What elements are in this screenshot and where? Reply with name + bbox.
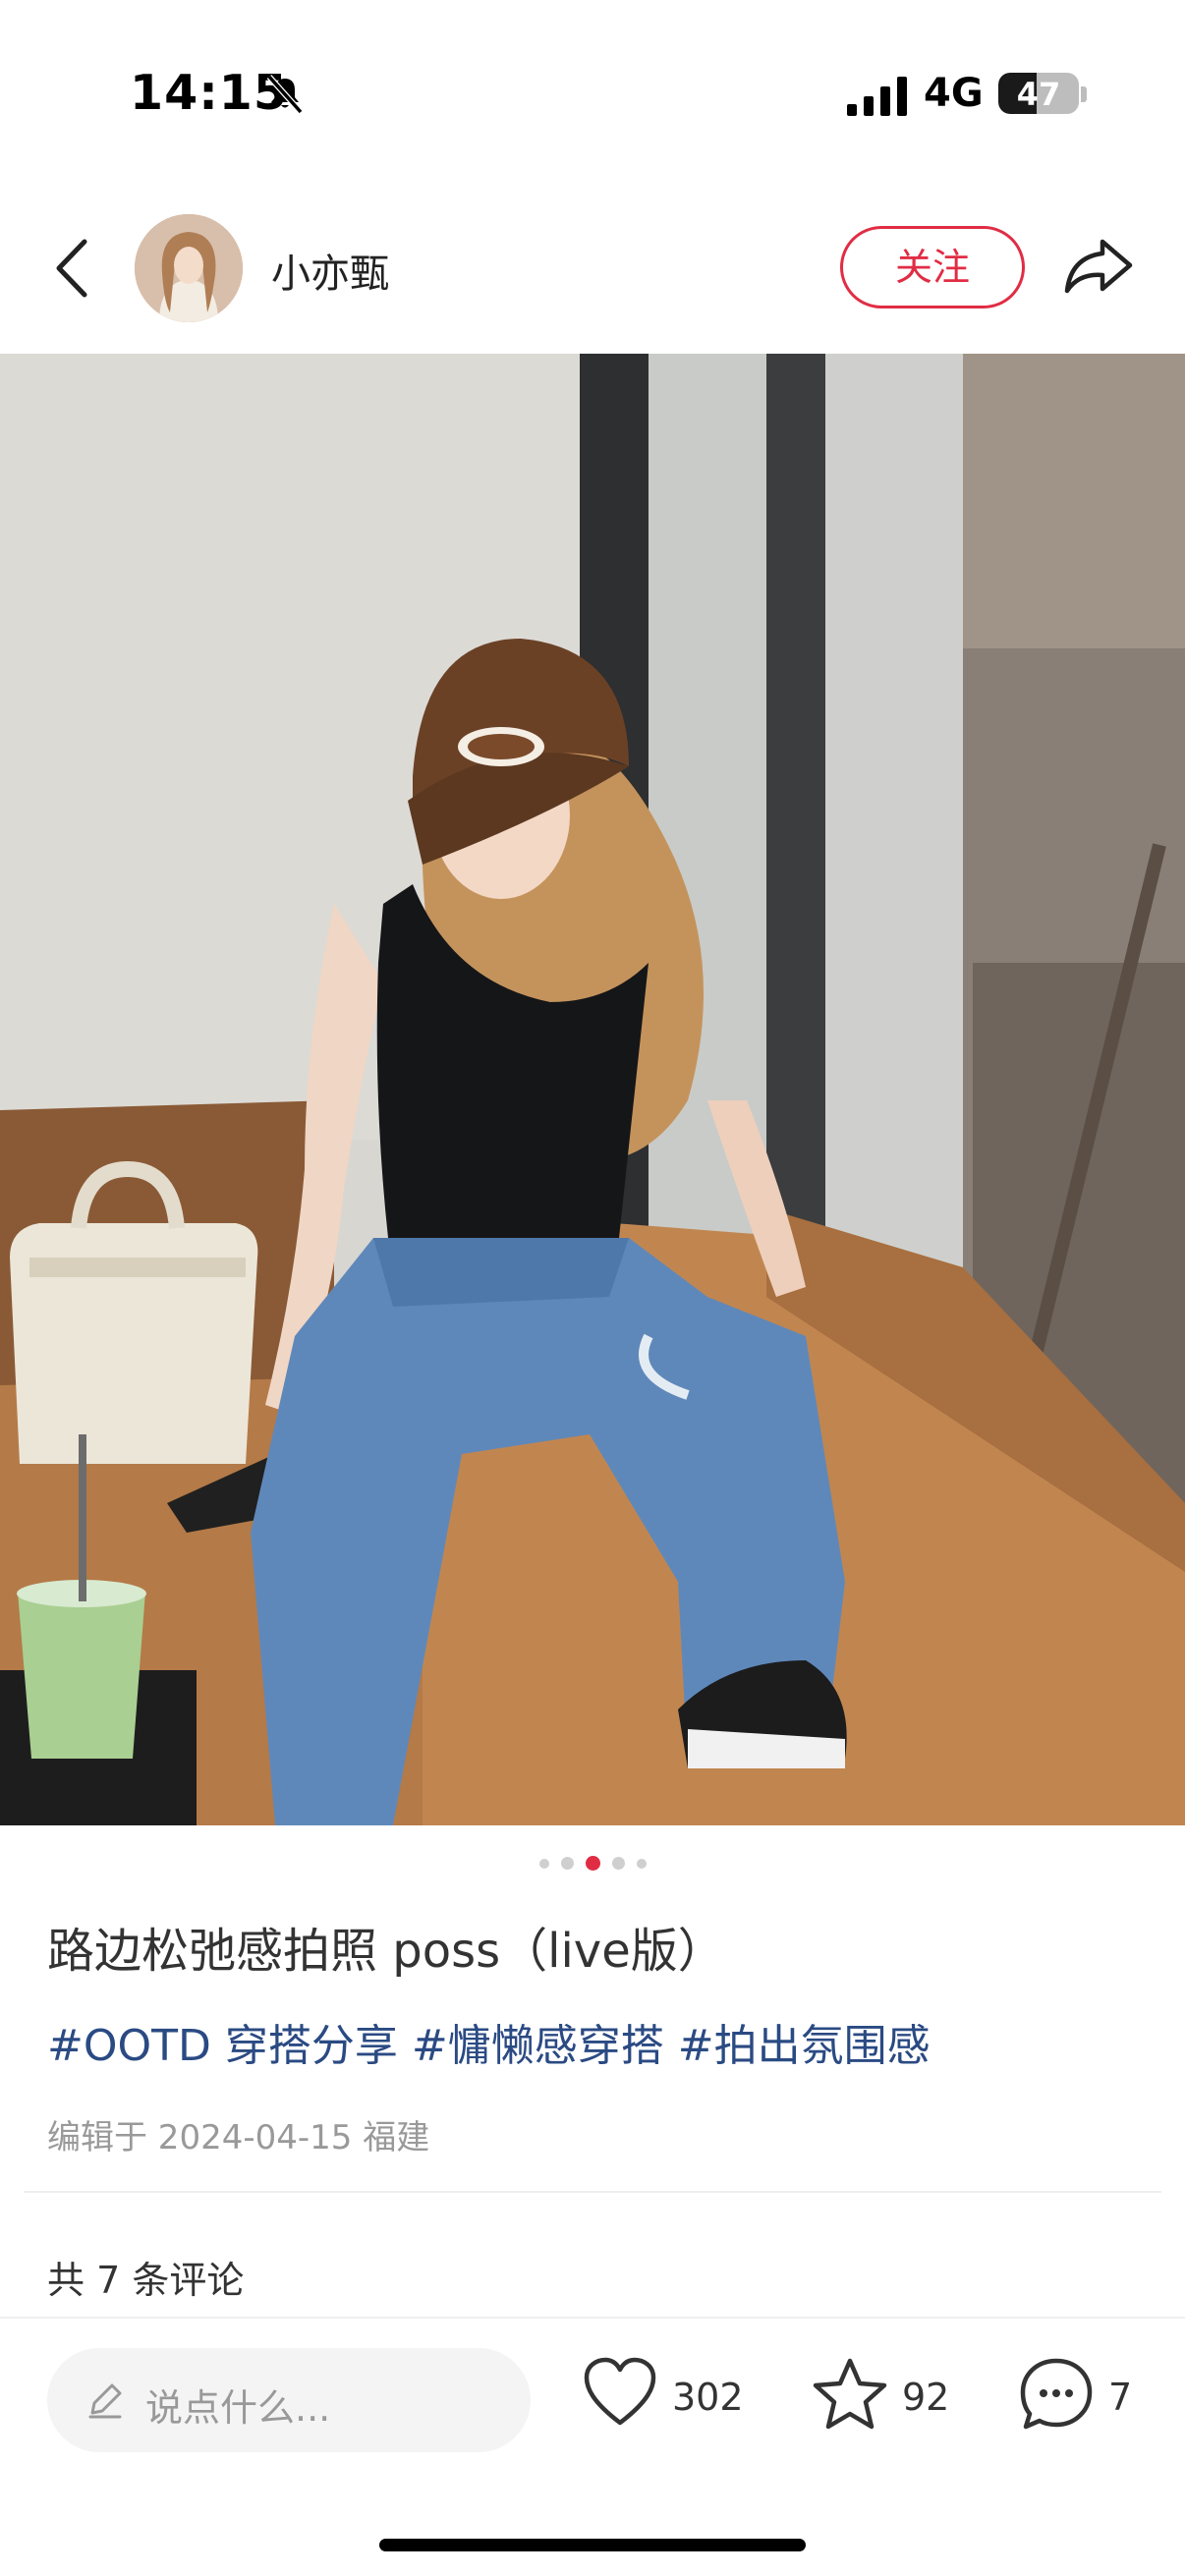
comment-input-placeholder: 说点什么... [145,2386,331,2430]
signal-icon [847,77,907,116]
mute-icon [266,75,304,114]
battery-cap [1081,86,1087,102]
share-icon[interactable] [1061,232,1136,301]
carousel-dot [611,1857,625,1870]
heart-icon [584,2357,656,2426]
battery-percent: 47 [1016,76,1061,113]
carousel-dot [560,1857,574,1870]
comment-button[interactable]: 7 [1018,2356,1156,2444]
carousel-dot-active [585,1856,600,1871]
like-count: 302 [672,2376,744,2419]
carousel-dot [636,1858,647,1869]
pencil-icon [88,2383,122,2419]
like-button[interactable]: 302 [582,2356,759,2444]
avatar[interactable] [135,214,243,322]
bottom-bar: 说点什么... 302 92 7 [0,2317,1185,2576]
carousel-dot [538,1858,549,1869]
tag-link[interactable]: #OOTD 穿搭分享 [47,2021,398,2071]
post-title: 路边松弛感拍照 poss（live版） [47,1924,725,1979]
divider [24,2191,1161,2193]
page: 14:15 4G 47 小亦甄 关注 路边松弛感拍照 poss（live版） #… [0,0,1185,2576]
comment-count: 共 7 条评论 [47,2259,245,2302]
tag-link[interactable]: #慵懒感穿搭 [412,2021,664,2071]
comment-input[interactable]: 说点什么... [47,2348,531,2452]
star-icon [813,2358,887,2430]
post-tags: #OOTD 穿搭分享 #慵懒感穿搭 #拍出氛围感 [47,2010,944,2073]
username[interactable]: 小亦甄 [271,242,389,299]
post-header: 小亦甄 关注 [0,196,1185,344]
follow-button[interactable]: 关注 [840,226,1025,308]
comment-count-value: 7 [1108,2376,1133,2419]
battery-icon: 47 [998,73,1079,114]
back-icon[interactable] [45,234,104,303]
tag-link[interactable]: #拍出氛围感 [678,2021,931,2071]
post-photo[interactable] [0,354,1185,1825]
collect-button[interactable]: 92 [812,2356,959,2444]
post-meta: 编辑于 2024-04-15 福建 [47,2118,430,2157]
status-bar: 14:15 4G 47 [0,0,1185,167]
collect-count: 92 [902,2376,950,2419]
home-indicator [379,2539,806,2551]
carousel-indicator [0,1853,1185,1873]
comment-icon [1020,2358,1093,2430]
network-type: 4G [924,71,984,116]
